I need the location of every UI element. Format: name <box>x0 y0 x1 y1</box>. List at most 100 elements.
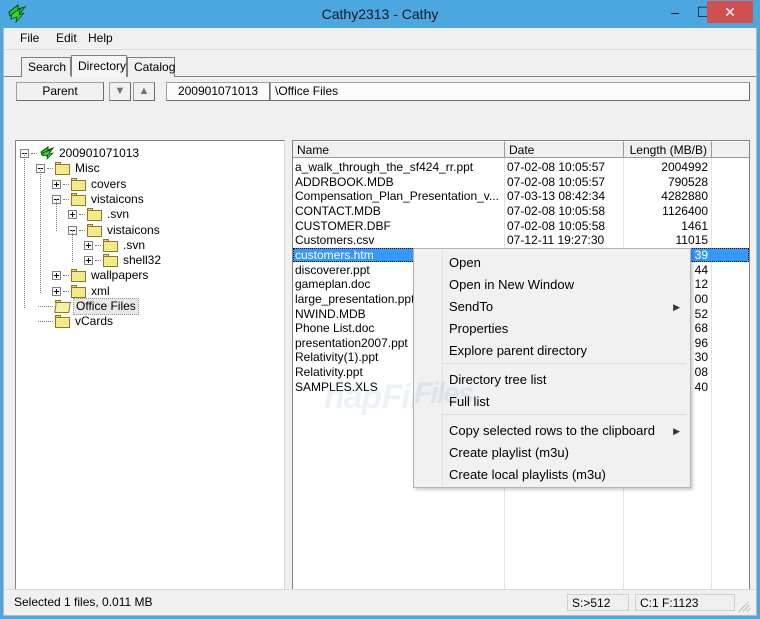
column-header-name[interactable]: Name <box>293 141 505 157</box>
context-menu[interactable]: Files Open Open in New Window SendTo ▶ Prope… <box>413 248 691 488</box>
tree-connector <box>63 275 69 277</box>
disc-icon <box>39 146 56 161</box>
menu-item-help[interactable]: Help <box>82 30 119 47</box>
cell-length: 4282880 <box>661 189 708 204</box>
cell-date: 07-02-08 10:05:58 <box>507 203 606 218</box>
chevron-right-icon: ▶ <box>673 302 680 312</box>
tab-search[interactable]: Search <box>21 57 71 77</box>
expand-icon[interactable] <box>84 256 93 266</box>
tree-connector <box>63 290 69 293</box>
expand-icon[interactable] <box>52 286 61 296</box>
cell-name: Compensation_Plan_Presentation_v... <box>295 189 499 204</box>
tree-connector <box>31 153 37 155</box>
column-header-extra[interactable] <box>712 141 749 157</box>
file-list-header: Name Date Length (MB/B) <box>293 141 749 158</box>
context-menu-item-label: Create playlist (m3u) <box>449 445 569 460</box>
tree-node-label: wallpapers <box>91 268 149 283</box>
context-menu-item-label: Open in New Window <box>449 277 574 292</box>
tree-node-label: Misc <box>75 161 100 176</box>
status-segment-cf: C:1 F:1123 <box>635 594 735 611</box>
folder-icon <box>71 192 87 206</box>
close-button[interactable]: ✕ <box>707 1 753 23</box>
cell-length: 11015 <box>675 233 708 248</box>
parent-button[interactable]: Parent <box>16 82 104 101</box>
context-menu-item[interactable]: Full list <box>415 391 690 413</box>
context-menu-item-label: Full list <box>449 394 490 409</box>
table-row[interactable]: Compensation_Plan_Presentation_v... 07-03… <box>293 189 749 203</box>
directory-tree-pane[interactable]: 200901071013 Misc covers vistaicons .svn vist… <box>15 140 285 613</box>
cell-date: 07-03-13 08:42:34 <box>507 189 606 204</box>
context-menu-item[interactable]: Directory tree list <box>415 369 690 391</box>
chevron-right-icon: ▶ <box>673 426 680 436</box>
path-field[interactable]: \Office Files <box>270 82 750 101</box>
folder-icon <box>103 254 119 268</box>
context-menu-item-label: Create local playlists (m3u) <box>449 467 606 482</box>
context-menu-item[interactable]: SendTo ▶ <box>415 296 690 318</box>
tab-directory[interactable]: Directory <box>71 55 127 77</box>
column-header-length[interactable]: Length (MB/B) <box>624 141 712 157</box>
tree-node-label: shell32 <box>123 253 162 268</box>
column-header-date[interactable]: Date <box>505 141 624 157</box>
table-row[interactable]: a_walk_through_the_sf424_rr.ppt 07-02-08 … <box>293 160 749 174</box>
table-row[interactable]: ADDRBOOK.MDB 07-02-08 10:05:57 790528 <box>293 175 749 189</box>
status-message: Selected 1 files, 0.011 MB <box>14 595 153 609</box>
context-menu-item[interactable]: Open in New Window <box>415 274 690 296</box>
arrow-up-icon[interactable]: ▲ <box>133 82 155 101</box>
expand-icon[interactable] <box>84 240 93 250</box>
menu-item-file[interactable]: File <box>14 30 45 47</box>
status-segment-s: S:>512 <box>567 594 629 611</box>
tree-connector <box>63 198 69 201</box>
tree-connector <box>95 260 101 262</box>
table-row[interactable]: Customers.csv 07-12-11 19:27:30 11015 <box>293 233 749 247</box>
menu-bar: File Edit Help <box>4 28 756 50</box>
context-menu-item[interactable]: Create local playlists (m3u) <box>415 464 690 486</box>
cell-date: 07-02-08 10:05:57 <box>507 160 606 174</box>
table-row[interactable]: CUSTOMER.DBF 07-02-08 10:05:58 1461 <box>293 219 749 233</box>
catalog-id-field[interactable]: 200901071013 <box>166 82 270 101</box>
tree-connector <box>40 168 42 293</box>
expand-icon[interactable] <box>68 210 77 220</box>
arrow-down-icon[interactable]: ▼ <box>109 82 131 101</box>
context-menu-item-label: Open <box>449 255 481 270</box>
tree-connector <box>95 244 101 247</box>
context-menu-item[interactable]: Copy selected rows to the clipboard ▶ <box>415 420 690 442</box>
context-menu-item-label: SendTo <box>449 299 494 314</box>
cell-date: 07-02-08 10:05:58 <box>507 218 606 233</box>
resize-grip-icon[interactable] <box>738 599 753 613</box>
context-menu-separator <box>443 363 686 364</box>
menu-item-edit[interactable]: Edit <box>50 30 83 47</box>
expand-icon[interactable] <box>52 271 61 281</box>
context-menu-item[interactable]: Properties <box>415 318 690 340</box>
client-area: File Edit Help Search Directory Catalog … <box>3 28 757 616</box>
context-menu-item-label: Copy selected rows to the clipboard <box>449 423 655 438</box>
cell-date: 07-02-08 10:05:57 <box>507 174 606 189</box>
folder-icon <box>71 269 87 283</box>
tree-node-label: xml <box>91 283 110 298</box>
folder-open-icon <box>54 300 71 313</box>
tree-node-label: .svn <box>107 207 130 222</box>
context-menu-item[interactable]: Create playlist (m3u) <box>415 442 690 464</box>
context-menu-item-label: Explore parent directory <box>449 343 588 358</box>
cell-name: CONTACT.MDB <box>295 203 381 218</box>
tree-connector <box>38 321 53 323</box>
tree-node-label: vCards <box>75 314 114 329</box>
tab-catalog[interactable]: Catalog <box>127 57 175 77</box>
application-window: Cathy2313 - Cathy – ☐ ✕ File Edit Help S… <box>0 0 760 619</box>
status-bar: Selected 1 files, 0.011 MB S:>512 C:1 F:… <box>4 589 756 615</box>
cell-name: a_walk_through_the_sf424_rr.ppt <box>295 160 474 174</box>
tab-strip: Search Directory Catalog <box>8 55 752 77</box>
tree-connector <box>72 229 74 263</box>
cell-length: 1461 <box>681 218 708 233</box>
expand-icon[interactable] <box>52 179 61 189</box>
context-menu-item[interactable]: Open <box>415 252 690 274</box>
tree-node-label: vistaicons <box>91 191 144 206</box>
cell-name: Customers.csv <box>295 233 375 248</box>
table-row[interactable]: CONTACT.MDB 07-02-08 10:05:58 1126400 <box>293 204 749 218</box>
cell-name: CUSTOMER.DBF <box>295 218 391 233</box>
tree-connector <box>38 306 53 308</box>
title-bar: Cathy2313 - Cathy – ☐ ✕ <box>0 0 760 28</box>
context-menu-item-label: Directory tree list <box>449 372 547 387</box>
tree-connector <box>47 168 53 170</box>
cell-name: ADDRBOOK.MDB <box>295 174 394 189</box>
context-menu-item[interactable]: Explore parent directory <box>415 340 690 362</box>
